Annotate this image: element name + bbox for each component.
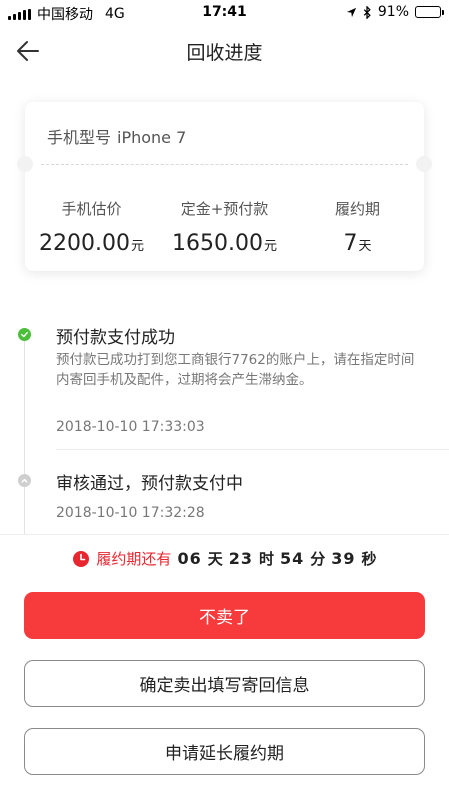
confirm-sale-button[interactable]: 确定卖出填写寄回信息 bbox=[24, 660, 425, 707]
battery-icon bbox=[415, 6, 444, 18]
timeline-time: 2018-10-10 17:33:03 bbox=[56, 419, 205, 435]
page-title: 回收进度 bbox=[186, 42, 263, 64]
stat-number: 1650.00 bbox=[172, 231, 263, 256]
chevron-up-icon bbox=[18, 474, 31, 487]
countdown-hours: 23 bbox=[228, 549, 253, 568]
stat-number: 2200.00 bbox=[39, 231, 130, 256]
stat-value: 1650.00元 bbox=[158, 231, 291, 256]
dashed-line bbox=[41, 164, 408, 165]
timeline-line bbox=[24, 335, 25, 535]
status-bar: 中国移动 4G 17:41 91% bbox=[0, 0, 449, 26]
stat-unit: 元 bbox=[130, 239, 144, 254]
stat-label: 定金+预付款 bbox=[180, 200, 269, 218]
location-arrow-icon bbox=[346, 7, 356, 17]
phone-model-label: 手机型号 bbox=[47, 128, 112, 147]
stat-unit: 元 bbox=[263, 239, 277, 254]
countdown-minutes: 54 bbox=[280, 549, 305, 568]
timeline-desc: 预付款已成功打到您工商银行7762的账户上，请在指定时间内寄回手机及配件，过期将… bbox=[56, 352, 415, 388]
timeline-separator bbox=[56, 449, 449, 450]
stat-period: 履约期 7天 bbox=[291, 198, 424, 256]
extend-period-button[interactable]: 申请延长履约期 bbox=[24, 728, 425, 775]
timeline-time: 2018-10-10 17:32:28 bbox=[56, 505, 205, 521]
bluetooth-icon bbox=[363, 5, 371, 19]
stat-estimate: 手机估价 2200.00元 bbox=[25, 198, 158, 256]
recycle-info-card: 手机型号 iPhone 7 手机估价 2200.00元 定金+预付款 1650.0… bbox=[17, 102, 432, 271]
stat-label: 履约期 bbox=[334, 200, 380, 218]
countdown-seconds-unit: 秒 bbox=[361, 550, 377, 568]
stat-deposit: 定金+预付款 1650.00元 bbox=[158, 198, 291, 256]
countdown-seconds: 39 bbox=[331, 549, 356, 568]
countdown-days: 06 bbox=[177, 549, 202, 568]
phone-model-value: iPhone 7 bbox=[117, 128, 187, 147]
fulfillment-countdown: 履约期还有 06 天 23 时 54 分 39 秒 bbox=[0, 534, 449, 582]
stat-label: 手机估价 bbox=[61, 200, 122, 218]
phone-model: 手机型号 iPhone 7 bbox=[47, 124, 186, 148]
card-stats: 手机估价 2200.00元 定金+预付款 1650.00元 履约期 7天 bbox=[25, 198, 424, 256]
battery-percent: 91% bbox=[377, 4, 409, 20]
card-notch-left bbox=[17, 156, 33, 172]
stat-unit: 天 bbox=[358, 239, 372, 254]
countdown-label: 履约期还有 bbox=[96, 550, 172, 568]
timeline-title: 预付款支付成功 bbox=[56, 328, 175, 348]
nav-header: 回收进度 bbox=[0, 26, 449, 76]
check-circle-icon bbox=[18, 328, 31, 341]
progress-timeline[interactable]: 预付款支付成功 预付款已成功打到您工商银行7762的账户上，请在指定时间内寄回手… bbox=[0, 305, 449, 535]
clock-icon bbox=[73, 550, 90, 567]
status-right: 91% bbox=[346, 4, 444, 20]
cancel-sale-button[interactable]: 不卖了 bbox=[24, 592, 425, 639]
countdown-minutes-unit: 分 bbox=[310, 550, 326, 568]
stat-value: 7天 bbox=[291, 231, 424, 256]
timeline-title: 审核通过，预付款支付中 bbox=[56, 474, 243, 494]
countdown-hours-unit: 时 bbox=[258, 550, 274, 568]
card-notch-right bbox=[416, 156, 432, 172]
stat-number: 7 bbox=[343, 231, 358, 256]
countdown-days-unit: 天 bbox=[207, 550, 223, 568]
stat-value: 2200.00元 bbox=[25, 231, 158, 256]
